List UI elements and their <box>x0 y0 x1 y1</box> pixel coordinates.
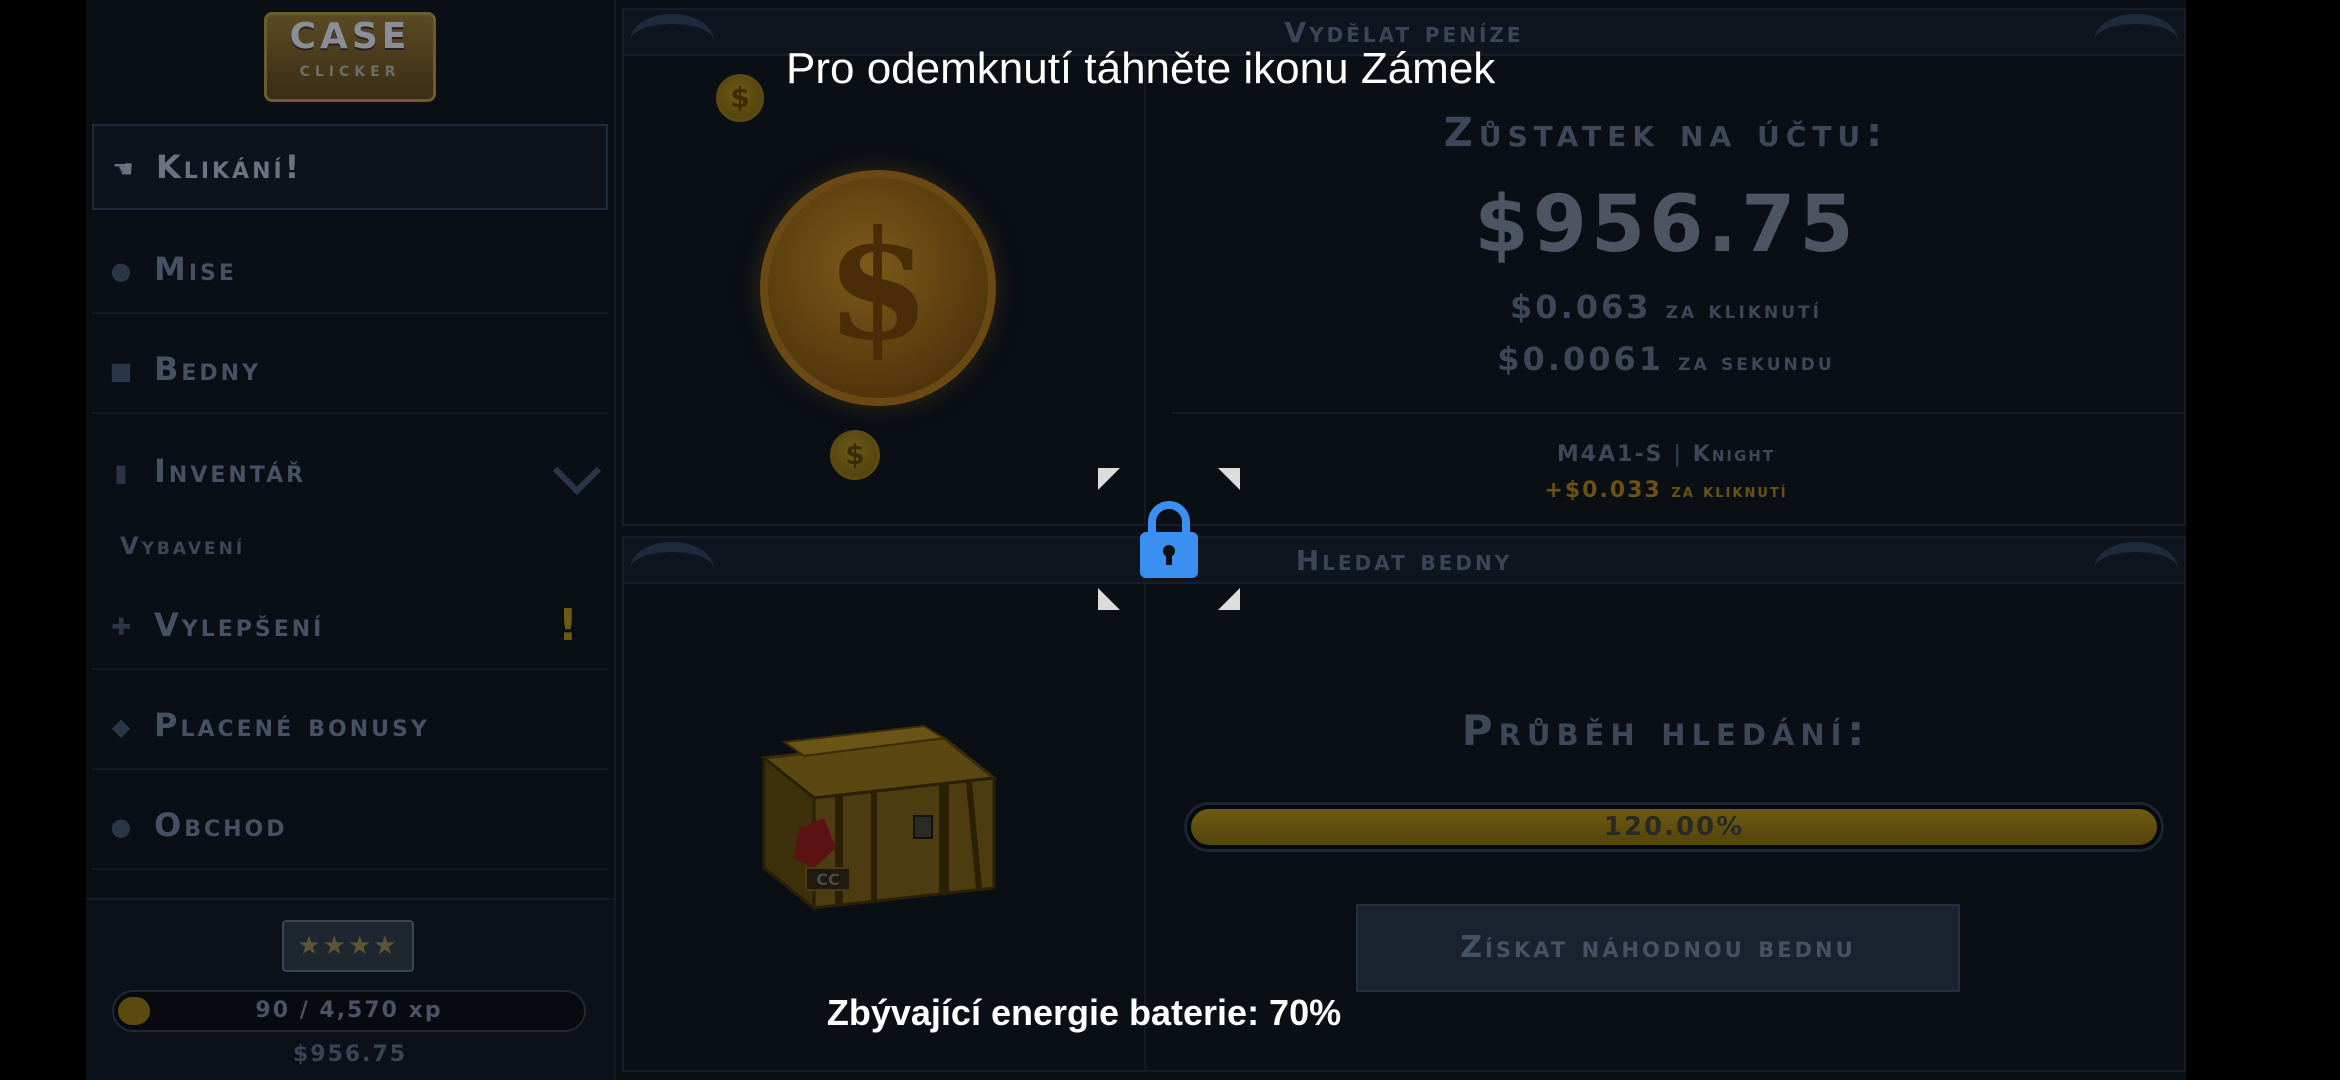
weapon-bonus-value: +$0.033 <box>1544 478 1662 503</box>
balance-label: Zůstatek na účtu: <box>1443 110 1889 156</box>
click-coin-button[interactable]: $ <box>760 170 996 406</box>
equipped-weapon: M4A1-S | Knight <box>1556 442 1776 467</box>
per-second-value: $0.0061 <box>1497 340 1665 378</box>
weapon-skin: Knight <box>1692 442 1776 467</box>
case-crate-image: CC <box>760 724 998 912</box>
weapon-bonus: +$0.033 za kliknutí <box>1146 478 2186 503</box>
sidebar-item-label: Obchod <box>154 806 288 844</box>
sidebar-item-cases[interactable]: ■ Bedny <box>92 328 608 414</box>
chevron-down-icon <box>552 446 602 496</box>
sidebar-item-paid-bonuses[interactable]: ◆ Placené bonusy <box>92 684 608 770</box>
per-second-rate: $0.0061 za sekundu <box>1146 340 2186 378</box>
corner-bracket <box>1218 588 1240 610</box>
sidebar-item-inventory[interactable]: ▮ Inventář <box>92 430 608 516</box>
lock-icon[interactable] <box>1138 500 1200 580</box>
per-click-value: $0.063 <box>1510 288 1652 326</box>
sidebar-item-label: Bedny <box>154 350 262 388</box>
small-coin-icon: $ <box>830 430 880 480</box>
coin-icon: ● <box>110 813 132 841</box>
weapon-name: M4A1-S <box>1556 442 1664 467</box>
sidebar-item-label: Placené bonusy <box>154 706 430 744</box>
sidebar-item-label: Inventář <box>154 452 307 490</box>
rank-badge: ★★★★ <box>282 920 414 972</box>
corner-bracket <box>1098 468 1120 490</box>
sidebar-item-clicking[interactable]: ☚ Klikání! <box>92 124 608 210</box>
search-progress-label: Průběh hledání: <box>1461 706 1871 755</box>
screen: CASE CLICKER ☚ Klikání! ● Mise ■ Bedny ▮… <box>0 0 2340 1080</box>
alert-icon: ! <box>557 600 578 651</box>
unlock-hint: Pro odemknutí táhněte ikonu Zámek <box>786 44 1496 93</box>
per-click-rate: $0.063 za kliknutí <box>1146 288 2186 326</box>
per-second-label: za sekundu <box>1678 348 1835 376</box>
get-random-case-button[interactable]: Získat náhodnou bednu <box>1356 904 1960 992</box>
search-progress-bar: 120.00% <box>1184 802 2164 852</box>
sidebar-item-upgrades[interactable]: ✚ Vylepšení ! <box>92 584 608 670</box>
separator-line <box>1172 412 2184 414</box>
logo-title: CASE <box>289 16 411 57</box>
dollar-icon: $ <box>825 198 931 374</box>
corner-bracket <box>1098 588 1120 610</box>
case-clicker-logo: CASE CLICKER <box>264 12 436 102</box>
panel-title: Hledat bedny <box>1295 544 1513 577</box>
circle-icon: ● <box>110 257 132 285</box>
crate-tag: CC <box>816 870 839 889</box>
sidebar-item-missions[interactable]: ● Mise <box>92 228 608 314</box>
hand-pointer-icon: ☚ <box>112 155 134 183</box>
sidebar: CASE CLICKER ☚ Klikání! ● Mise ■ Bedny ▮… <box>86 0 616 1080</box>
small-coin-icon: $ <box>716 74 764 122</box>
diamond-icon: ◆ <box>111 713 131 741</box>
sidebar-item-label: Klikání! <box>156 148 303 186</box>
profile-panel[interactable]: ★★★★ 90 / 4,570 xp $956.75 <box>86 898 614 1080</box>
search-progress-text: 120.00% <box>1603 812 1745 842</box>
bag-icon: ▮ <box>114 459 128 487</box>
weapon-bonus-label: za kliknutí <box>1671 481 1788 502</box>
per-click-label: za kliknutí <box>1665 296 1822 324</box>
panel-header: Hledat bedny <box>624 538 2184 584</box>
balance-value: $956.75 <box>1474 180 1858 270</box>
sidebar-item-shop[interactable]: ● Obchod <box>92 784 608 870</box>
plus-icon: ✚ <box>110 613 132 641</box>
sidebar-item-label: Mise <box>154 250 237 288</box>
corner-bracket <box>1218 468 1240 490</box>
logo-subtitle: CLICKER <box>299 64 401 80</box>
sidebar-item-label: Vylepšení <box>154 606 325 644</box>
sidebar-subitem-equipment[interactable]: Vybavení <box>120 532 245 560</box>
battery-status: Zbývající energie baterie: 70% <box>826 992 1342 1033</box>
box-icon: ■ <box>109 357 133 385</box>
lock-drag-handle[interactable] <box>1098 468 1240 610</box>
profile-balance: $956.75 <box>292 1042 408 1067</box>
